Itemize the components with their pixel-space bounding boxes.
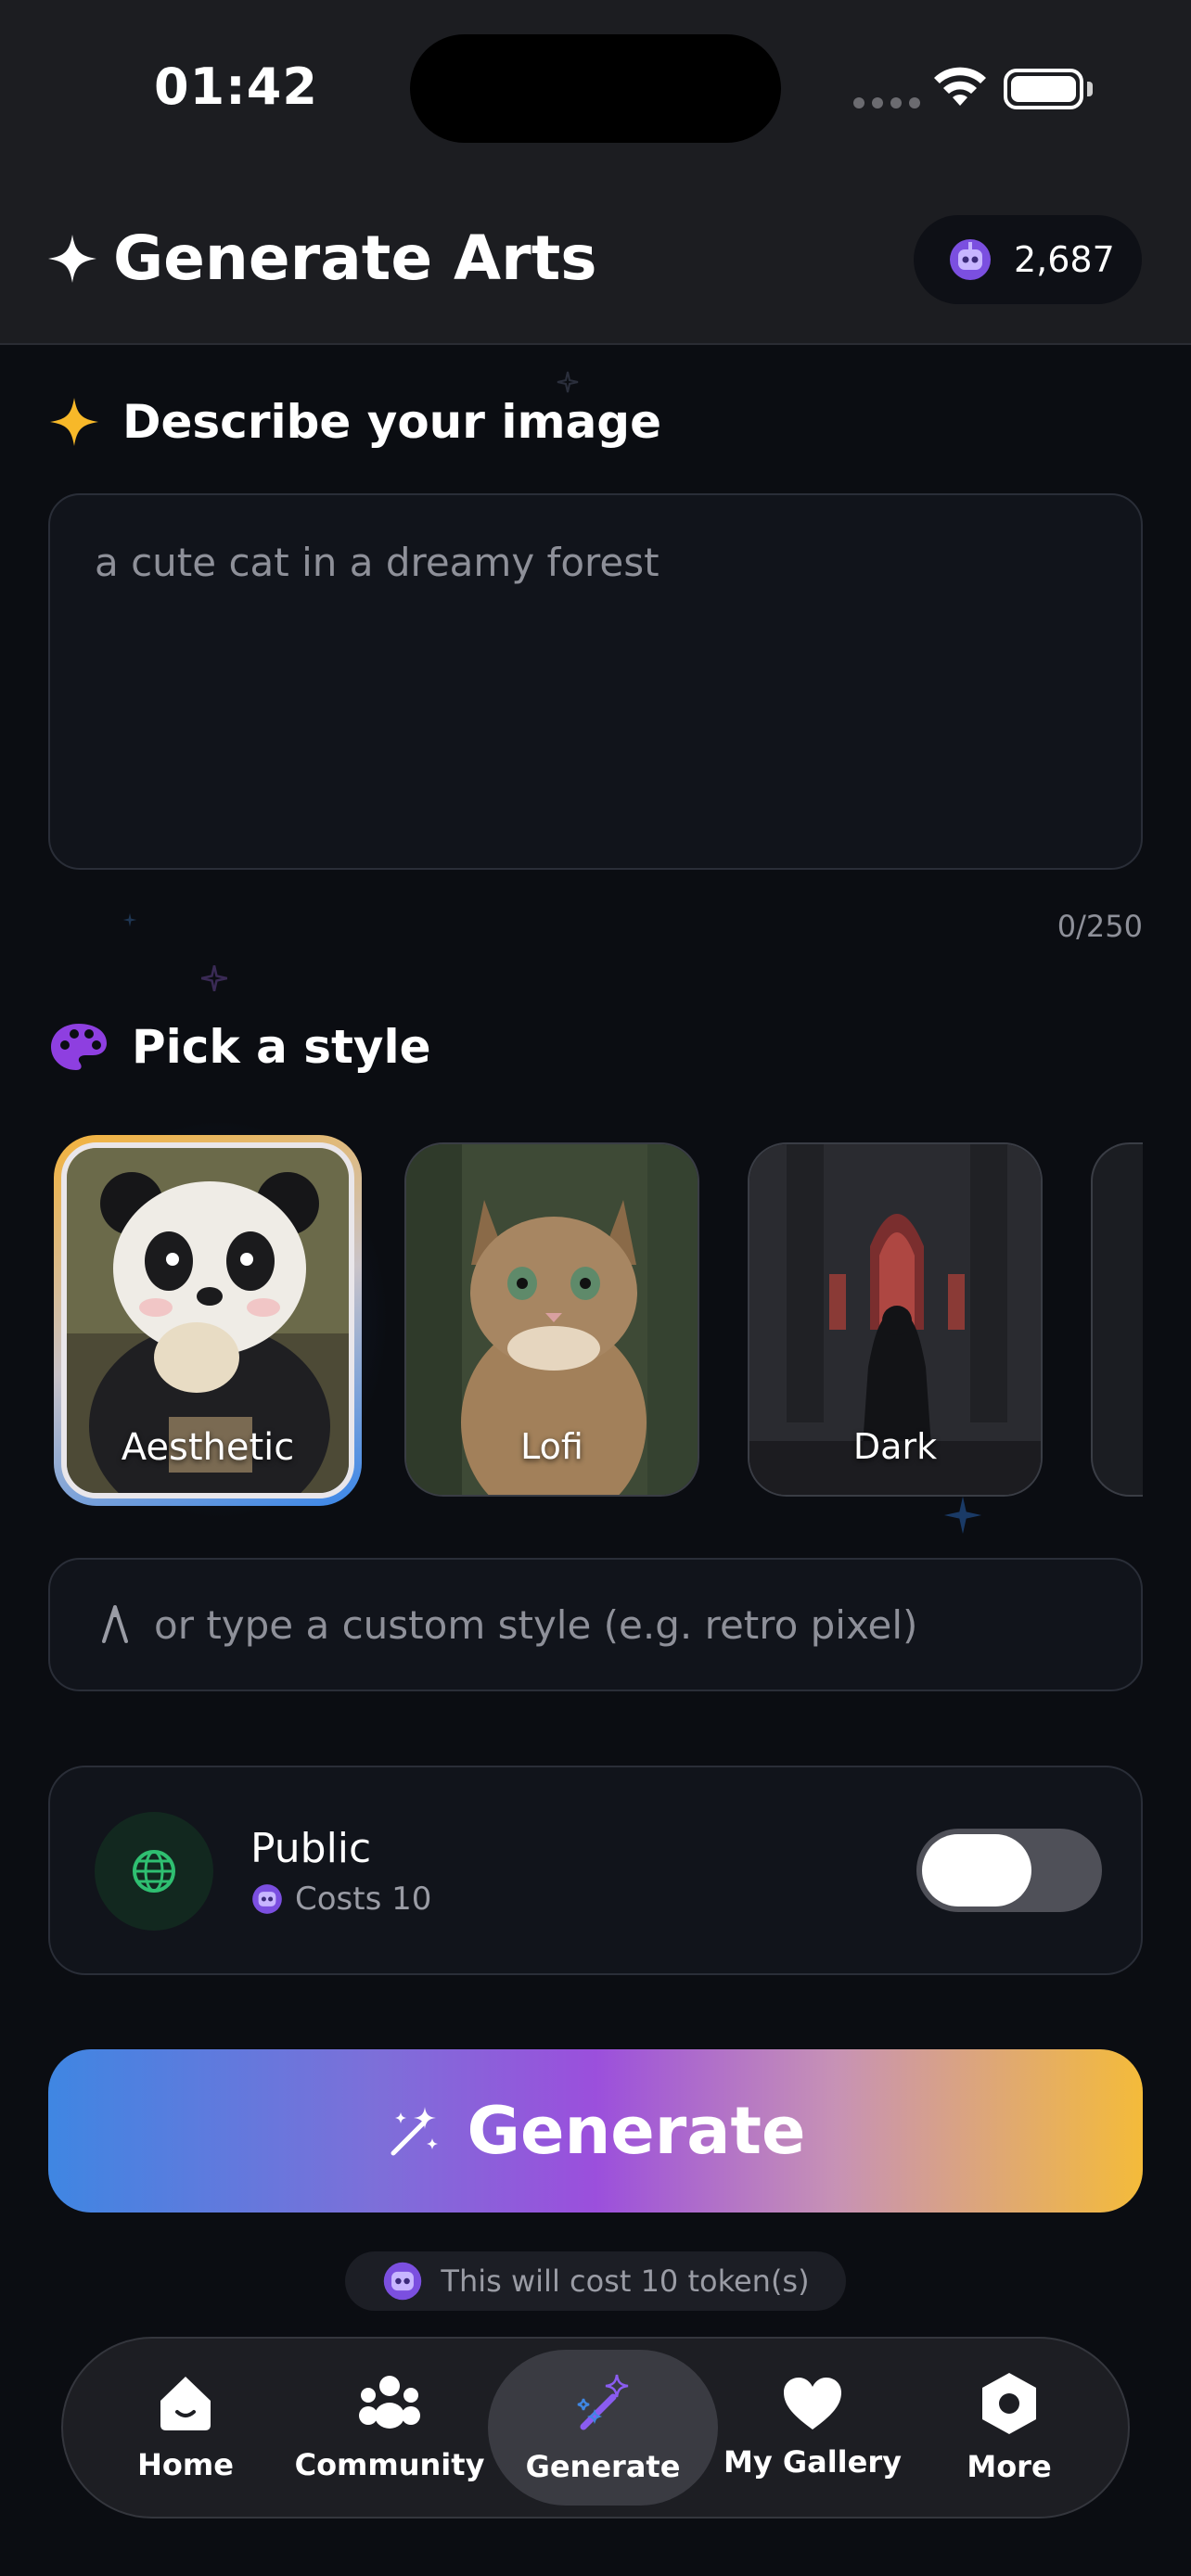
style-label-aesthetic: Aesthetic — [121, 1426, 295, 1469]
generate-label: Generate — [467, 2093, 806, 2169]
battery-icon — [1004, 69, 1083, 109]
decorative-star-icon — [122, 912, 137, 927]
globe-badge — [95, 1812, 213, 1931]
decorative-star-icon — [200, 964, 228, 992]
style-title: Pick a style — [132, 1020, 431, 1074]
style-card-lofi[interactable]: Lofi — [404, 1142, 699, 1497]
community-icon — [359, 2376, 420, 2429]
visibility-cost: Costs 10 — [250, 1881, 431, 1918]
battery-cap — [1087, 82, 1093, 96]
token-count: 2,687 — [1014, 239, 1115, 280]
toggle-knob — [922, 1834, 1031, 1906]
status-bar: 01:42 — [0, 0, 1191, 176]
header-title: Generate Arts — [46, 223, 597, 294]
wifi-icon — [934, 67, 986, 106]
more-icon — [982, 2373, 1036, 2434]
home-icon — [160, 2377, 211, 2430]
style-label-dark: Dark — [852, 1426, 938, 1467]
tab-generate-label: Generate — [525, 2449, 681, 2484]
describe-section-title: Describe your image — [48, 395, 661, 449]
style-label-lofi: Lofi — [520, 1426, 583, 1467]
prompt-textarea[interactable]: a cute cat in a dreamy forest — [48, 493, 1143, 870]
decorative-star-icon — [943, 1496, 982, 1535]
tab-more[interactable]: More — [907, 2350, 1111, 2506]
robot-token-icon — [252, 1884, 282, 1914]
public-toggle[interactable] — [916, 1829, 1102, 1912]
tab-community-label: Community — [294, 2447, 485, 2482]
char-counter: 0/250 — [1057, 909, 1143, 944]
status-time: 01:42 — [154, 57, 318, 116]
magic-wand-icon — [391, 2107, 438, 2156]
robot-token-icon — [950, 239, 991, 280]
custom-style-placeholder: or type a custom style (e.g. retro pixel… — [154, 1601, 918, 1648]
bottom-tab-bar: Home Community Generate My Gallery More — [61, 2337, 1130, 2519]
cellular-signal-icon — [853, 97, 920, 108]
style-card-next-partial[interactable] — [1091, 1142, 1143, 1497]
tab-home[interactable]: Home — [83, 2350, 288, 2506]
decorative-star-icon — [557, 371, 579, 393]
dynamic-island — [410, 34, 781, 143]
style-card-aesthetic[interactable]: Aesthetic — [54, 1135, 362, 1506]
tab-generate[interactable]: Generate — [488, 2350, 718, 2506]
globe-icon — [133, 1850, 175, 1893]
generate-button[interactable]: Generate — [48, 2049, 1143, 2213]
custom-style-input[interactable]: or type a custom style (e.g. retro pixel… — [48, 1558, 1143, 1691]
tab-my-gallery-label: My Gallery — [724, 2444, 902, 2480]
describe-title: Describe your image — [122, 395, 662, 449]
app-header: Generate Arts 2,687 — [0, 176, 1191, 345]
cost-note-text: This will cost 10 token(s) — [441, 2264, 810, 2299]
sparkle-icon — [48, 234, 96, 283]
palette-icon — [51, 1024, 107, 1070]
tab-more-label: More — [967, 2449, 1052, 2484]
style-card-dark[interactable]: Dark — [748, 1142, 1043, 1497]
magic-wand-icon — [577, 2374, 629, 2430]
tab-community[interactable]: Community — [288, 2350, 492, 2506]
cost-note: This will cost 10 token(s) — [345, 2251, 846, 2311]
robot-token-icon — [384, 2262, 422, 2301]
visibility-title: Public — [250, 1825, 372, 1872]
tab-my-gallery[interactable]: My Gallery — [711, 2350, 915, 2506]
visibility-card: Public Costs 10 — [48, 1766, 1143, 1975]
page-title: Generate Arts — [113, 223, 597, 294]
token-balance-chip[interactable]: 2,687 — [914, 215, 1142, 304]
prompt-placeholder: a cute cat in a dreamy forest — [95, 540, 660, 585]
pen-nib-icon — [102, 1605, 128, 1643]
gold-sparkle-icon — [50, 398, 98, 446]
heart-icon — [784, 2378, 841, 2429]
visibility-cost-text: Costs 10 — [295, 1881, 432, 1918]
tab-home-label: Home — [137, 2447, 234, 2482]
style-section-title: Pick a style — [48, 1020, 431, 1074]
